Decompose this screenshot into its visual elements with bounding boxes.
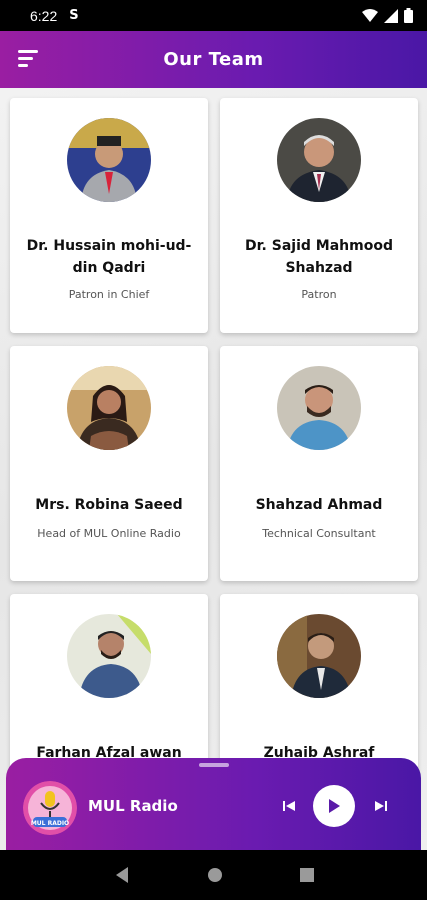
team-card[interactable]: Dr. Sajid Mahmood Shahzad Patron [220, 98, 418, 333]
team-card[interactable]: Mrs. Robina Saeed Head of MUL Online Rad… [10, 346, 208, 581]
avatar [67, 118, 151, 202]
member-role: Patron in Chief [68, 288, 150, 301]
member-name: Dr. Sajid Mahmood Shahzad [245, 238, 393, 276]
team-list[interactable]: Dr. Hussain mohi-ud-din Qadri Patron in … [0, 88, 427, 850]
back-icon[interactable] [114, 866, 130, 884]
status-bar: 6:22 S [0, 0, 427, 31]
play-button[interactable] [313, 785, 355, 827]
mini-player[interactable]: MUL RADIO MUL Radio [6, 758, 421, 850]
member-name: Mrs. Robina Saeed [35, 497, 183, 513]
member-name: Shahzad Ahmad [255, 497, 383, 513]
team-card[interactable]: Shahzad Ahmad Technical Consultant [220, 346, 418, 581]
signal-icon [384, 8, 398, 23]
skip-next-icon[interactable] [373, 798, 389, 814]
member-role: Head of MUL Online Radio [37, 527, 181, 540]
app-bar: Our Team [0, 31, 427, 88]
home-icon[interactable] [207, 867, 223, 883]
team-card[interactable]: Dr. Hussain mohi-ud-din Qadri Patron in … [10, 98, 208, 333]
avatar [67, 614, 151, 698]
system-nav-bar [0, 850, 427, 900]
member-role: Technical Consultant [262, 527, 376, 540]
sort-menu-icon[interactable] [18, 50, 40, 68]
recents-icon[interactable] [299, 868, 314, 882]
drag-handle[interactable] [199, 763, 229, 767]
battery-icon [404, 8, 413, 23]
avatar [67, 366, 151, 450]
member-name: Dr. Hussain mohi-ud-din Qadri [26, 238, 192, 276]
wifi-icon [362, 8, 378, 22]
sim-icon: S [69, 8, 79, 23]
station-name: MUL Radio [88, 797, 178, 815]
avatar [277, 118, 361, 202]
radio-logo: MUL RADIO [23, 781, 77, 835]
member-role: Patron [301, 288, 337, 301]
avatar [277, 366, 361, 450]
play-icon [329, 799, 340, 813]
avatar [277, 614, 361, 698]
page-title: Our Team [163, 49, 264, 70]
logo-text: MUL RADIO [31, 820, 69, 827]
status-time: 6:22 [30, 7, 58, 24]
skip-previous-icon[interactable] [281, 798, 297, 814]
